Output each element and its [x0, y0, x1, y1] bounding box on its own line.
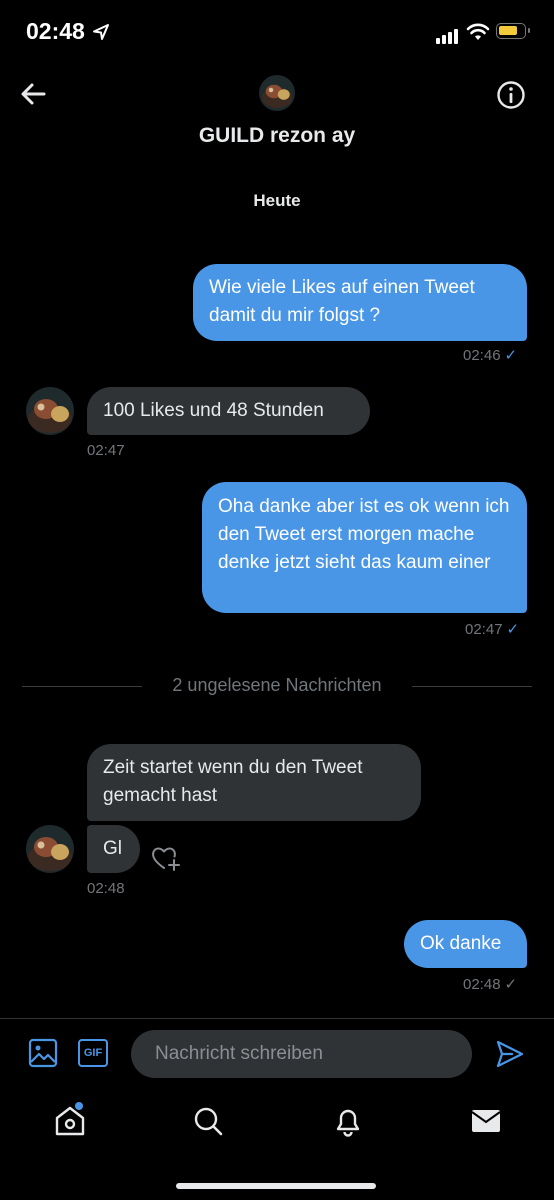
search-icon[interactable]: [190, 1103, 226, 1139]
send-icon[interactable]: [494, 1038, 526, 1070]
composer-divider: [0, 1018, 554, 1019]
message-bubble-received[interactable]: Gl: [87, 825, 140, 873]
gif-button[interactable]: GIF: [78, 1039, 108, 1067]
sender-avatar[interactable]: [26, 825, 74, 873]
message-bubble-received[interactable]: Zeit startet wenn du den Tweet gemacht h…: [87, 744, 421, 821]
status-time: 02:48: [26, 18, 85, 44]
notification-dot: [75, 1102, 83, 1110]
message-text: Ok danke: [420, 933, 502, 954]
message-bubble-received[interactable]: 100 Likes und 48 Stunden: [87, 387, 370, 435]
message-meta: 02:48 ✓: [463, 975, 517, 993]
back-arrow-icon[interactable]: [18, 78, 50, 110]
message-time: 02:48: [87, 880, 125, 897]
sent-check-icon: ✓: [506, 621, 520, 638]
conversation-avatar[interactable]: [259, 75, 295, 111]
message-meta: 02:47 ✓: [465, 620, 519, 638]
message-meta: 02:46 ✓: [463, 346, 517, 364]
message-text: Gl: [103, 838, 122, 859]
mail-icon[interactable]: [468, 1103, 504, 1139]
message-text: Zeit startet wenn du den Tweet gemacht h…: [103, 757, 363, 806]
message-text: Wie viele Likes auf einen Tweet damit du…: [209, 277, 475, 326]
battery-icon: [496, 23, 530, 39]
conversation-title[interactable]: GUILD rezon ay: [0, 124, 554, 148]
bell-icon[interactable]: [330, 1103, 366, 1139]
gif-label: GIF: [83, 1047, 103, 1059]
date-separator: Heute: [253, 191, 301, 210]
image-icon[interactable]: [28, 1038, 58, 1068]
sender-avatar[interactable]: [26, 387, 74, 435]
message-text: 100 Likes und 48 Stunden: [103, 400, 324, 421]
info-icon[interactable]: [496, 80, 526, 110]
signal-icon: [436, 26, 460, 44]
divider-line-right: [412, 686, 532, 687]
message-bubble-sent[interactable]: Ok danke: [404, 920, 527, 968]
message-input[interactable]: Nachricht schreiben: [131, 1030, 472, 1078]
wifi-icon: [466, 23, 490, 40]
message-time: 02:47: [87, 442, 125, 459]
add-reaction-heart-icon[interactable]: [150, 843, 182, 873]
message-bubble-sent[interactable]: Wie viele Likes auf einen Tweet damit du…: [193, 264, 527, 341]
sent-check-icon: ✓: [504, 347, 518, 364]
message-bubble-sent[interactable]: Oha danke aber ist es ok wenn ich den Tw…: [202, 482, 527, 613]
home-icon[interactable]: [52, 1103, 88, 1139]
message-time: 02:46: [463, 347, 501, 364]
sent-check-icon: ✓: [504, 976, 518, 993]
message-input-placeholder: Nachricht schreiben: [155, 1043, 323, 1064]
location-arrow-icon: [93, 24, 109, 40]
message-text: Oha danke aber ist es ok wenn ich den Tw…: [218, 496, 510, 573]
home-indicator: [176, 1183, 376, 1189]
message-time: 02:48: [463, 976, 501, 993]
message-time: 02:47: [465, 621, 503, 638]
